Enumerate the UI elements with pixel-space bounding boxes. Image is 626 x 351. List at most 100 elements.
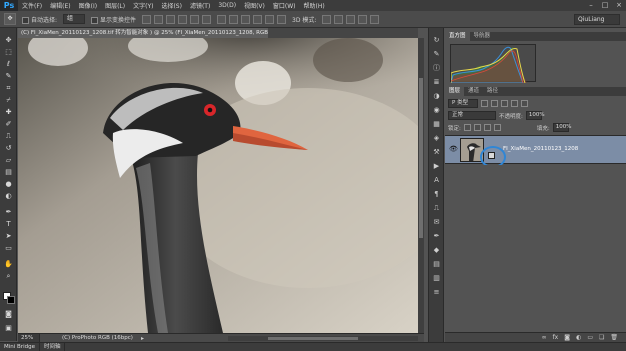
rectangle-tool-icon[interactable]: ▭ — [3, 244, 14, 252]
notes-panel-icon[interactable]: ✉ — [432, 218, 441, 226]
align-left-icon[interactable] — [178, 14, 188, 24]
link-layers-icon[interactable]: ∞ — [542, 334, 547, 341]
3d-roll-icon[interactable] — [334, 14, 344, 24]
paths-panel-icon[interactable]: ✒ — [432, 232, 441, 240]
document-info[interactable]: (C) ProPhoto RGB (16bpc) — [40, 335, 133, 341]
gradient-tool-icon[interactable]: ▤ — [3, 168, 14, 176]
lock-pixels-icon[interactable] — [473, 124, 481, 131]
distribute-vcenter-icon[interactable] — [229, 14, 239, 24]
brush-tool-icon[interactable]: ✐ — [3, 120, 14, 128]
filter-pixel-icon[interactable] — [481, 100, 488, 107]
menu-select[interactable]: 选择(S) — [157, 1, 186, 10]
marquee-tool-icon[interactable]: ⬚ — [3, 48, 14, 56]
properties-panel-icon[interactable]: ≣ — [432, 78, 441, 86]
menu-view[interactable]: 视图(V) — [240, 1, 269, 10]
3d-panel-icon[interactable]: ◆ — [432, 246, 441, 254]
tab-layers[interactable]: 图层 — [445, 87, 465, 96]
distribute-hcenter-icon[interactable] — [265, 14, 275, 24]
3d-pan-icon[interactable] — [346, 14, 356, 24]
align-top-icon[interactable] — [142, 14, 152, 24]
info-panel-icon[interactable]: ⓘ — [432, 64, 441, 72]
maximize-button[interactable]: □ — [598, 0, 612, 11]
layer-style-icon[interactable]: fx — [553, 334, 559, 341]
history-panel-icon[interactable]: ↻ — [432, 36, 441, 44]
layer-comps-icon[interactable]: ▤ — [432, 260, 441, 268]
workspace-dropdown[interactable]: QiuLiang — [574, 14, 620, 25]
vertical-scrollbar[interactable] — [418, 38, 424, 333]
history-brush-tool-icon[interactable]: ↺ — [3, 144, 14, 152]
document-tab[interactable]: (C) FI_XiaMen_20110123_1208.tif 转为智能对象 )… — [18, 28, 268, 38]
lock-position-icon[interactable] — [483, 124, 491, 131]
path-selection-tool-icon[interactable]: ➤ — [3, 232, 14, 240]
layer-name[interactable]: FI_XiaMen_20110123_1208 — [503, 146, 578, 152]
filter-smart-object-icon[interactable] — [521, 100, 528, 107]
eraser-tool-icon[interactable]: ▱ — [3, 156, 14, 164]
tab-channels[interactable]: 通道 — [464, 87, 483, 96]
align-right-icon[interactable] — [202, 14, 212, 24]
channels-panel-icon[interactable]: ≡ — [432, 288, 441, 296]
new-adjustment-icon[interactable]: ◐ — [576, 334, 581, 341]
add-mask-icon[interactable]: ◙ — [564, 334, 570, 341]
show-transform-checkbox[interactable] — [91, 16, 99, 24]
filter-adjustment-icon[interactable] — [491, 100, 498, 107]
blur-tool-icon[interactable]: ● — [3, 180, 14, 188]
paragraph-panel-icon[interactable]: ¶ — [432, 190, 441, 198]
swatches-panel-icon[interactable]: ▦ — [432, 120, 441, 128]
minimize-button[interactable]: – — [584, 0, 598, 11]
tab-paths[interactable]: 路径 — [483, 87, 502, 96]
hand-tool-icon[interactable]: ✋ — [3, 260, 14, 268]
distribute-left-icon[interactable] — [253, 14, 263, 24]
tab-histogram[interactable]: 直方图 — [445, 32, 470, 41]
character-panel-icon[interactable]: A — [432, 176, 441, 184]
layer-kind-filter[interactable]: P 类型 — [448, 99, 478, 108]
menu-window[interactable]: 窗口(W) — [269, 1, 300, 10]
menu-filter[interactable]: 滤镜(T) — [186, 1, 214, 10]
menu-type[interactable]: 文字(Y) — [129, 1, 157, 10]
vertical-scroll-thumb[interactable] — [419, 78, 423, 238]
lock-all-icon[interactable] — [493, 124, 501, 131]
menu-3d[interactable]: 3D(D) — [214, 2, 240, 9]
distribute-bottom-icon[interactable] — [241, 14, 251, 24]
3d-slide-icon[interactable] — [358, 14, 368, 24]
new-layer-icon[interactable]: ❏ — [599, 334, 604, 341]
styles-panel-icon[interactable]: ◈ — [432, 134, 441, 142]
clone-stamp-tool-icon[interactable]: ⎍ — [3, 132, 14, 140]
blend-mode-dropdown[interactable]: 正常 — [448, 111, 496, 120]
quick-mask-icon[interactable]: ◙ — [3, 310, 14, 318]
status-menu-arrow-icon[interactable]: ▸ — [141, 335, 144, 342]
lasso-tool-icon[interactable]: ℓ — [3, 60, 14, 68]
color-panel-icon[interactable]: ◉ — [432, 106, 441, 114]
move-tool-preset-icon[interactable]: ✥ — [4, 13, 16, 25]
eyedropper-tool-icon[interactable]: ⌿ — [3, 96, 14, 104]
auto-select-toggle[interactable]: 自动选择: — [22, 15, 57, 24]
filter-type-icon[interactable] — [501, 100, 508, 107]
menu-help[interactable]: 帮助(H) — [300, 1, 329, 10]
zoom-tool-icon[interactable]: ⌕ — [3, 272, 14, 280]
move-tool-icon[interactable]: ✥ — [3, 36, 14, 44]
align-hcenter-icon[interactable] — [190, 14, 200, 24]
clone-source-icon[interactable]: ⎍ — [432, 204, 441, 212]
healing-brush-tool-icon[interactable]: ✚ — [3, 108, 14, 116]
align-vcenter-icon[interactable] — [154, 14, 164, 24]
actions-panel-icon[interactable]: ▶ — [432, 162, 441, 170]
delete-layer-icon[interactable]: 🗑 — [610, 334, 618, 341]
opacity-field[interactable]: 100% — [525, 111, 545, 120]
horizontal-scroll-thumb[interactable] — [268, 337, 358, 340]
filter-shape-icon[interactable] — [511, 100, 518, 107]
menu-file[interactable]: 文件(F) — [18, 1, 46, 10]
auto-select-checkbox[interactable] — [22, 16, 29, 24]
distribute-right-icon[interactable] — [277, 14, 287, 24]
dodge-tool-icon[interactable]: ◐ — [3, 192, 14, 200]
new-group-icon[interactable]: ▭ — [587, 334, 593, 341]
document-canvas[interactable] — [18, 38, 418, 333]
3d-scale-icon[interactable] — [370, 14, 380, 24]
close-button[interactable]: × — [612, 0, 626, 11]
tool-presets-icon[interactable]: ⚒ — [432, 148, 441, 156]
distribute-top-icon[interactable] — [217, 14, 227, 24]
layer-row-selected[interactable]: 👁 FI_XiaMen_20110123_1208 — [445, 135, 626, 168]
menu-layer[interactable]: 图层(L) — [101, 1, 129, 10]
crop-tool-icon[interactable]: ⌗ — [3, 84, 14, 92]
menu-image[interactable]: 图像(I) — [75, 1, 101, 10]
type-tool-icon[interactable]: T — [3, 220, 14, 228]
measurement-log-icon[interactable]: ▥ — [432, 274, 441, 282]
